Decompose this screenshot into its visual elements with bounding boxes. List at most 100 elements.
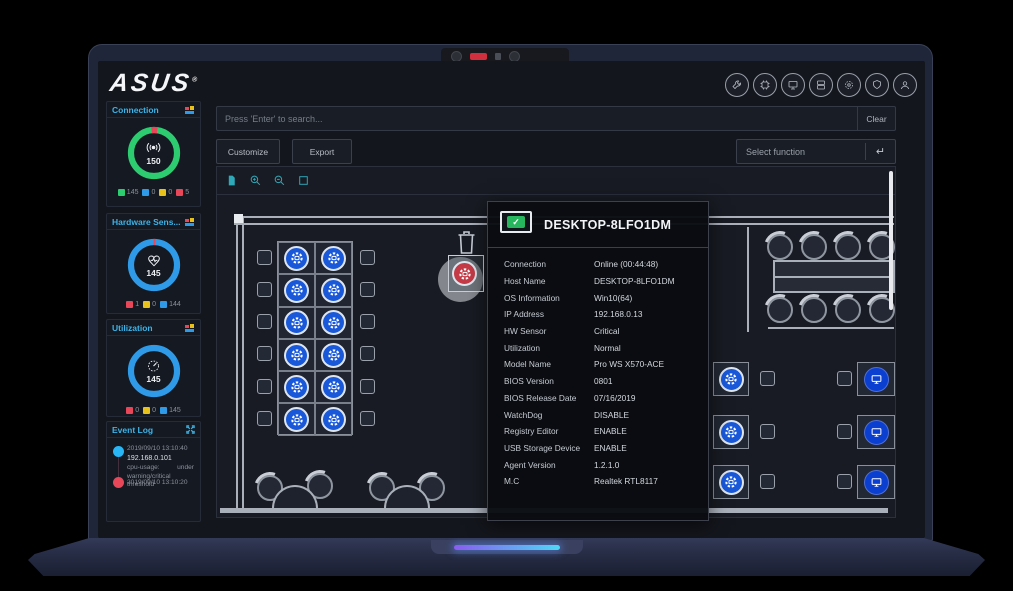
device-ok-icon[interactable]	[321, 407, 346, 432]
account-icon[interactable]	[893, 73, 917, 97]
clear-button[interactable]: Clear	[857, 107, 895, 130]
legend-swatch-normal	[160, 301, 167, 308]
popup-row: ConnectionOnline (00:44:48)	[488, 256, 708, 273]
round-chair	[801, 297, 827, 323]
device-ok-icon[interactable]	[284, 407, 309, 432]
mini-chart-icon[interactable]	[185, 218, 195, 226]
chair	[360, 379, 375, 394]
mini-chart-icon[interactable]	[185, 106, 195, 114]
desk-cell	[857, 362, 895, 396]
panel-title: Connection	[112, 105, 159, 115]
legend-count: 1	[135, 301, 139, 308]
grid-cell	[315, 307, 352, 339]
panel-connection: Connection 150	[106, 101, 201, 207]
legend-count: 0	[151, 189, 155, 196]
row-label: Utilization	[488, 343, 594, 353]
row-label: IP Address	[488, 309, 594, 319]
divider-right-room	[768, 327, 894, 329]
row-value: 192.168.0.13	[594, 309, 642, 319]
monitor-device-icon[interactable]	[864, 470, 889, 495]
monitor-device-icon[interactable]	[864, 420, 889, 445]
device-critical-icon[interactable]	[452, 261, 477, 286]
grid-cell	[315, 403, 352, 435]
row-value: Normal	[594, 343, 621, 353]
mini-chart-icon[interactable]	[185, 324, 195, 332]
event-ip: 192.168.0.101	[127, 455, 194, 464]
device-ok-icon[interactable]	[321, 375, 346, 400]
zoom-out-icon[interactable]	[273, 174, 286, 187]
row-value: ENABLE	[594, 426, 627, 436]
device-ok-icon[interactable]	[321, 278, 346, 303]
device-ok-icon[interactable]	[284, 278, 309, 303]
legend-count: 145	[127, 189, 139, 196]
device-ok-icon[interactable]	[719, 367, 744, 392]
legend-count: 0	[135, 407, 139, 414]
row-value: 0801	[594, 376, 612, 386]
trash-icon[interactable]	[455, 229, 478, 256]
row-label: Registry Editor	[488, 426, 594, 436]
row-label: M.C	[488, 476, 594, 486]
legend-swatch-critical	[176, 189, 183, 196]
desk-cell	[713, 465, 749, 499]
chair	[760, 474, 775, 489]
desk-cell	[713, 362, 749, 396]
asus-logo: ASUS®	[108, 69, 199, 98]
row-label: BIOS Release Date	[488, 393, 594, 403]
wall-right-room	[747, 227, 749, 332]
chair	[360, 282, 375, 297]
device-ok-icon[interactable]	[284, 375, 309, 400]
utilization-gauge[interactable]: 145	[123, 340, 185, 402]
legend-swatch-info	[142, 189, 149, 196]
device-ok-icon[interactable]	[284, 246, 309, 271]
device-ok-icon[interactable]	[284, 310, 309, 335]
round-chair	[835, 234, 861, 260]
monitor-check-icon: ✓	[500, 211, 532, 239]
customize-button[interactable]: Customize	[216, 139, 280, 164]
connection-gauge[interactable]: 150	[123, 122, 185, 184]
select-function-dropdown[interactable]: Select function ↵	[736, 139, 896, 164]
popup-row: WatchDogDISABLE	[488, 406, 708, 423]
registered-mark: ®	[191, 77, 197, 84]
document-icon[interactable]	[225, 174, 238, 187]
chair	[360, 250, 375, 265]
row-label: Model Name	[488, 359, 594, 369]
row-label: Host Name	[488, 276, 594, 286]
panel-event-log: Event Log 2019/09/10 13:10:40 192.168.0.…	[106, 421, 201, 522]
panel-utilization: Utilization 145	[106, 319, 201, 417]
round-chair	[835, 297, 861, 323]
device-ok-icon[interactable]	[284, 343, 309, 368]
wall-left	[236, 216, 244, 510]
zoom-in-icon[interactable]	[249, 174, 262, 187]
event-dot-info	[113, 446, 124, 457]
search-bar: Clear	[216, 106, 896, 131]
export-button[interactable]: Export	[292, 139, 352, 164]
grid-cell	[278, 242, 315, 274]
grid-cell	[278, 339, 315, 371]
chair	[257, 411, 272, 426]
hinge-light-bar	[454, 545, 560, 550]
device-ok-icon[interactable]	[321, 343, 346, 368]
device-ok-icon[interactable]	[719, 470, 744, 495]
row-label: Connection	[488, 259, 594, 269]
device-ok-icon[interactable]	[719, 420, 744, 445]
legend-count: 5	[185, 189, 189, 196]
hardware-sensor-gauge[interactable]: 145	[123, 234, 185, 296]
chair	[360, 346, 375, 361]
chair	[257, 314, 272, 329]
chair	[257, 379, 272, 394]
expand-icon[interactable]	[186, 425, 195, 434]
map-scrollbar[interactable]	[889, 171, 893, 310]
device-ok-icon[interactable]	[321, 310, 346, 335]
popup-row: Registry EditorENABLE	[488, 423, 708, 440]
row-value: Online (00:44:48)	[594, 259, 658, 269]
rect-select-icon[interactable]	[297, 174, 310, 187]
popup-row: OS InformationWin10(64)	[488, 289, 708, 306]
laptop-hinge	[431, 540, 583, 554]
monitor-device-icon[interactable]	[864, 367, 889, 392]
search-input[interactable]	[217, 107, 857, 130]
grid-cell	[278, 274, 315, 306]
app-window: ASUS® Connection	[98, 61, 925, 538]
row-value: Realtek RTL8117	[594, 476, 658, 486]
device-ok-icon[interactable]	[321, 246, 346, 271]
webcam-privacy-slider	[470, 53, 487, 60]
